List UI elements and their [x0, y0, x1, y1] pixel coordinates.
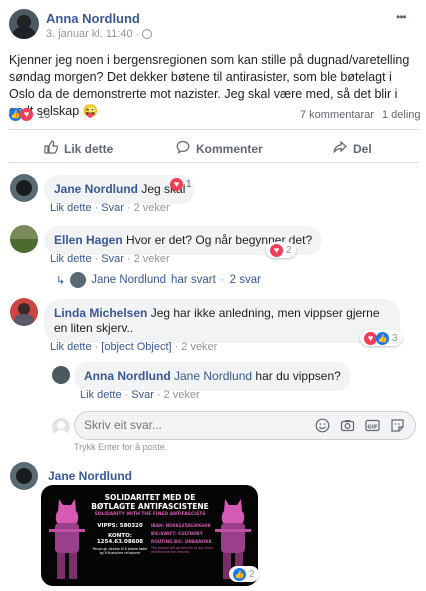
like-reaction-icon: 👍	[233, 567, 246, 581]
comment-reply-link[interactable]: Svar	[101, 253, 124, 265]
heart-reaction-icon: ♥	[170, 178, 183, 191]
comment-icon	[176, 140, 190, 157]
comment-button[interactable]: Kommenter	[176, 140, 263, 157]
reply-arrow-icon: ↳	[56, 274, 66, 287]
reaction-count: 1	[186, 179, 192, 190]
reply-input-box[interactable]: GIF	[74, 411, 416, 440]
current-user-avatar	[52, 418, 70, 436]
image-title-2: BØTLAGTE ANTIFASCISTENE	[91, 502, 209, 511]
post-author-name[interactable]: Anna Nordlund	[46, 11, 140, 26]
comment-author[interactable]: Jane Nordlund	[48, 469, 132, 483]
comment-reactions[interactable]: ♥ 2	[266, 242, 296, 258]
comment-reactions[interactable]: 👍 2	[229, 566, 259, 582]
view-replies-link[interactable]: ↳ Jane Nordlund har svart · 2 svar	[56, 272, 261, 288]
globe-icon: ·	[135, 29, 139, 39]
comment-reactions[interactable]: ♥ 👍 3	[360, 330, 402, 346]
image-iban: IBAN: NO8812546306608	[151, 523, 211, 528]
comment-author[interactable]: Jane Nordlund	[54, 182, 138, 196]
comment-reply-link[interactable]: [object Object]	[101, 341, 171, 353]
comment-bubble: Linda Michelsen Jeg har ikke anledning, …	[44, 299, 400, 343]
image-konto: KONTO: 1254.63.08608	[96, 533, 144, 545]
reply-author-avatar[interactable]	[52, 366, 70, 384]
comment-label: Kommenter	[196, 141, 263, 156]
reply-text: har du vippsen?	[252, 369, 341, 383]
image-vipps: VIPPS: 580320	[97, 523, 143, 529]
shares-count[interactable]: 1 deling	[382, 109, 421, 121]
reply-summary-author: Jane Nordlund	[91, 274, 167, 286]
commenter-avatar[interactable]	[10, 174, 38, 202]
image-subtitle: SOLIDARITY WITH THE FINED ANTIFASCISTS	[94, 512, 206, 517]
reply-summary-count: 2 svar	[229, 274, 261, 286]
comment-reply-link[interactable]: Svar	[101, 202, 124, 214]
comment-time[interactable]: 2 veker	[134, 202, 170, 214]
share-button[interactable]: Del	[333, 140, 372, 157]
image-note: Penge gir direkte til å betale bøter og …	[92, 547, 148, 555]
post-date[interactable]: 3. januar kl. 11:40	[46, 28, 133, 40]
heart-reaction-icon: ♥	[270, 243, 283, 257]
globe-icon	[141, 29, 152, 39]
share-label: Del	[353, 141, 372, 156]
image-routing: ROUTING BIC: DNBANOKK	[151, 539, 212, 544]
reaction-count: 3	[392, 332, 398, 344]
reaction-count: 2	[249, 568, 255, 580]
comment-reactions[interactable]: ♥ 1	[170, 178, 192, 191]
image-title-1: SOLIDARITET MED DE	[104, 493, 196, 502]
comments-count[interactable]: 7 kommentarar	[300, 109, 374, 121]
masked-figure-left	[49, 499, 85, 579]
like-label: Lik dette	[64, 141, 114, 156]
reply-reply-link[interactable]: Svar	[131, 389, 154, 401]
commenter-avatar[interactable]	[10, 462, 38, 490]
reply-time[interactable]: 2 veker	[164, 389, 200, 401]
comment-like-link[interactable]: Lik dette	[50, 253, 92, 265]
emoji-icon[interactable]	[315, 418, 330, 436]
reply-mention[interactable]: Jane Nordlund	[174, 369, 252, 383]
comment-time[interactable]: 2 veker	[134, 253, 170, 265]
svg-text:GIF: GIF	[367, 424, 378, 430]
reply-author[interactable]: Anna Nordlund	[84, 369, 171, 383]
comment-author[interactable]: Linda Michelsen	[54, 306, 147, 320]
like-button[interactable]: Lik dette	[44, 140, 113, 157]
reply-like-link[interactable]: Lik dette	[80, 389, 122, 401]
more-options-icon[interactable]: •••	[396, 10, 407, 24]
reaction-count: 2	[286, 244, 292, 256]
thumbs-up-icon	[44, 140, 59, 157]
comment-like-link[interactable]: Lik dette	[50, 341, 92, 353]
heart-reaction-icon: ♥	[20, 108, 33, 121]
sticker-icon[interactable]	[390, 418, 405, 436]
image-bic: BIC/SWIFT: CULTNOKY	[151, 531, 203, 536]
comment-author[interactable]: Ellen Hagen	[54, 233, 123, 247]
comment-time[interactable]: 2 veker	[181, 341, 217, 353]
reply-bubble: Anna Nordlund Jane Nordlund har du vipps…	[74, 362, 351, 391]
reply-input[interactable]	[84, 418, 284, 432]
comment-like-link[interactable]: Lik dette	[50, 202, 92, 214]
like-reaction-icon: 👍	[376, 331, 389, 345]
reply-hint: Trykk Enter for å poste.	[74, 442, 168, 452]
share-icon	[333, 140, 347, 157]
reply-avatar	[70, 272, 87, 288]
comment-image[interactable]: SOLIDARITET MED DE BØTLAGTE ANTIFASCISTE…	[41, 485, 258, 586]
reaction-count[interactable]: 13	[38, 109, 50, 121]
image-small: The money will go directly to pay fines …	[151, 546, 213, 554]
gif-icon[interactable]: GIF	[365, 418, 380, 436]
camera-icon[interactable]	[340, 418, 355, 436]
commenter-avatar[interactable]	[10, 225, 38, 253]
post-author-avatar[interactable]	[9, 9, 39, 39]
commenter-avatar[interactable]	[10, 298, 38, 326]
reply-summary-label: har svart	[171, 274, 216, 286]
